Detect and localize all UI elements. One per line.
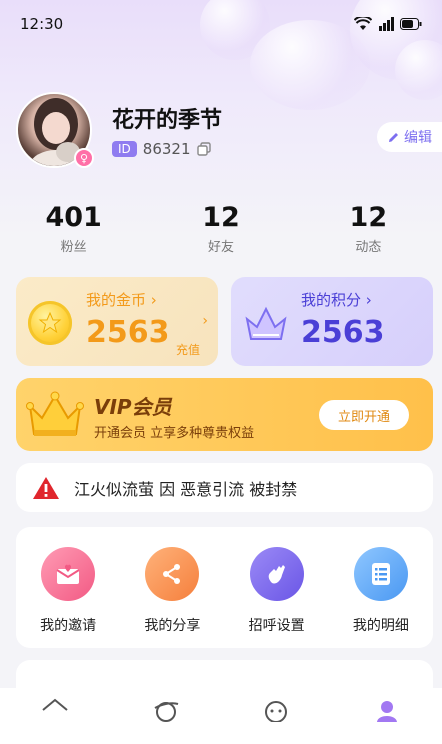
battery-icon: [400, 18, 422, 30]
vip-subtitle: 开通会员 立享多种尊贵权益: [94, 426, 255, 441]
action-label: 招呼设置: [248, 618, 305, 634]
chevron-right-icon: ›: [150, 291, 157, 309]
status-time: 12:30: [20, 15, 64, 33]
gold-coin-icon: [28, 301, 72, 345]
stat-fans[interactable]: 401 粉丝: [0, 202, 147, 255]
action-greeting-settings[interactable]: 招呼设置: [225, 527, 329, 648]
action-invite[interactable]: 我的邀请: [16, 527, 120, 648]
crown-icon: [26, 391, 84, 436]
copy-icon[interactable]: [196, 142, 211, 156]
action-label: 我的明细: [352, 618, 409, 634]
bottom-tab-bar: [0, 688, 442, 744]
stat-label: 动态: [355, 240, 382, 255]
stat-value: 401: [45, 202, 102, 233]
tab-profile[interactable]: [332, 688, 442, 744]
points-crown-icon: [245, 306, 287, 340]
id-tag: ID: [112, 141, 137, 157]
stat-friends[interactable]: 12 好友: [147, 202, 294, 255]
vip-open-button[interactable]: 立即开通: [319, 400, 409, 430]
status-bar: 12:30: [0, 0, 442, 48]
stats-row: 401 粉丝 12 好友 12 动态: [0, 202, 442, 255]
message-icon: [265, 701, 288, 722]
coins-value: 2563: [86, 315, 170, 350]
user-id: 86321: [142, 140, 191, 158]
stat-value: 12: [349, 202, 388, 233]
warning-icon: [33, 476, 59, 499]
vip-title: VIP会员: [94, 395, 172, 419]
username: 花开的季节: [112, 108, 223, 133]
action-share[interactable]: 我的分享: [120, 527, 224, 648]
invite-envelope-icon: [41, 547, 96, 601]
wave-hand-icon: [249, 547, 304, 601]
chevron-right-icon: ›: [202, 313, 208, 329]
quick-actions: 我的邀请 我的分享 招呼设置 我的明细: [16, 527, 433, 648]
tab-home[interactable]: [0, 688, 111, 744]
profile-section: ♀ 花开的季节 ID 86321 编辑: [16, 92, 442, 172]
list-details-icon: [353, 547, 408, 601]
notice-text: 江火似流萤 因 恶意引流 被封禁: [74, 479, 298, 499]
pencil-icon: [389, 132, 398, 142]
stat-posts[interactable]: 12 动态: [295, 202, 442, 255]
coins-card[interactable]: 我的金币 › 2563 › 充值: [16, 277, 218, 366]
action-label: 我的邀请: [40, 618, 97, 634]
tab-messages[interactable]: [221, 688, 332, 744]
points-value: 2563: [301, 315, 385, 350]
recharge-link[interactable]: 充值: [176, 341, 200, 358]
profile-icon: [376, 701, 397, 722]
signal-icon: [379, 17, 394, 31]
female-gender-icon: ♀: [74, 148, 94, 168]
tab-discover[interactable]: [111, 688, 222, 744]
decor-bubble: [395, 40, 442, 100]
ban-notice: 江火似流萤 因 恶意引流 被封禁: [16, 463, 433, 512]
stat-label: 好友: [207, 240, 234, 255]
edit-label: 编辑: [404, 130, 432, 146]
action-label: 我的分享: [144, 618, 201, 634]
stat-value: 12: [202, 202, 240, 233]
home-icon: [42, 698, 68, 711]
coins-title: 我的金币: [86, 291, 147, 309]
discover-planet-icon: [154, 702, 179, 722]
share-icon: [145, 547, 200, 601]
vip-banner[interactable]: VIP会员 开通会员 立享多种尊贵权益 立即开通: [16, 378, 433, 451]
edit-profile-button[interactable]: 编辑: [377, 122, 442, 152]
wifi-icon: [354, 17, 372, 30]
stat-label: 粉丝: [60, 240, 87, 255]
points-card[interactable]: 我的积分 › 2563: [231, 277, 433, 366]
points-title: 我的积分: [301, 291, 362, 309]
chevron-right-icon: ›: [365, 291, 372, 309]
action-details[interactable]: 我的明细: [329, 527, 433, 648]
